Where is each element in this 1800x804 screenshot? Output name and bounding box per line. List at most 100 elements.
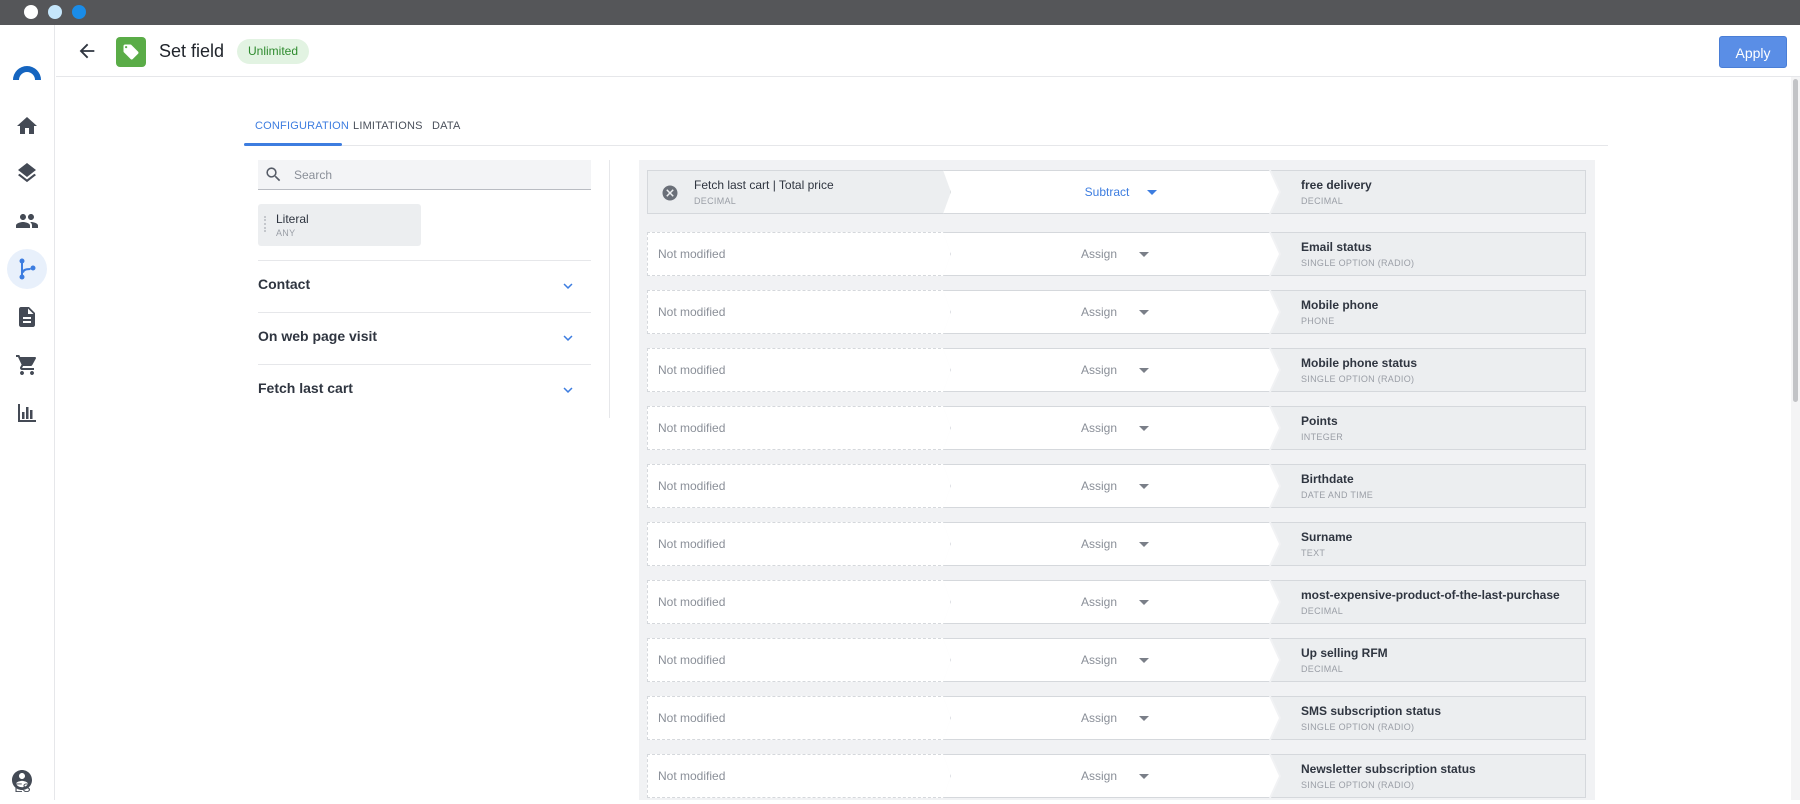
caret-down-icon[interactable]: [1139, 484, 1149, 489]
target-field: Newsletter subscription status SINGLE OPT…: [1271, 754, 1586, 798]
source-slot[interactable]: Not modified: [647, 232, 951, 276]
sidebar: ES: [0, 25, 55, 800]
source-label: Not modified: [658, 653, 726, 667]
operation-select[interactable]: Assign: [943, 348, 1279, 392]
target-field: Up selling RFM DECIMAL: [1271, 638, 1586, 682]
tab-limitations[interactable]: LIMITATIONS: [353, 120, 423, 132]
target-field: Birthdate DATE AND TIME: [1271, 464, 1586, 508]
operation-select[interactable]: Assign: [943, 290, 1279, 334]
source-slot[interactable]: Not modified: [647, 464, 951, 508]
source-slot[interactable]: Not modified: [647, 754, 951, 798]
target-type: PHONE: [1301, 316, 1335, 326]
drag-handle-icon[interactable]: [264, 216, 268, 232]
caret-down-icon[interactable]: [1139, 426, 1149, 431]
target-name: Birthdate: [1301, 472, 1354, 486]
target-type: DECIMAL: [1301, 664, 1344, 674]
source-slot[interactable]: Fetch last cart | Total price DECIMAL: [647, 170, 951, 214]
caret-down-icon[interactable]: [1139, 716, 1149, 721]
flow-icon[interactable]: [7, 249, 47, 289]
language-label[interactable]: ES: [0, 781, 45, 795]
header: Set field Unlimited Apply: [56, 25, 1800, 77]
search-box: [258, 160, 591, 190]
caret-down-icon[interactable]: [1139, 774, 1149, 779]
source-label: Not modified: [658, 421, 726, 435]
operation-select[interactable]: Assign: [943, 522, 1279, 566]
target-name: Surname: [1301, 530, 1353, 544]
operation-label: Assign: [1080, 769, 1118, 783]
home-icon[interactable]: [7, 106, 47, 146]
tab-configuration[interactable]: CONFIGURATION: [255, 120, 349, 132]
target-type: DECIMAL: [1301, 606, 1344, 616]
caret-down-icon[interactable]: [1139, 252, 1149, 257]
target-type: INTEGER: [1301, 432, 1344, 442]
target-type: TEXT: [1301, 548, 1326, 558]
group-label: Fetch last cart: [258, 380, 353, 396]
source-slot[interactable]: Not modified: [647, 696, 951, 740]
source-slot[interactable]: Not modified: [647, 348, 951, 392]
target-type: SINGLE OPTION (RADIO): [1301, 780, 1415, 790]
source-slot[interactable]: Not modified: [647, 522, 951, 566]
cart-icon[interactable]: [7, 345, 47, 385]
operation-label: Assign: [1080, 363, 1118, 377]
window-maximize-dot[interactable]: [72, 5, 86, 19]
source-label: Not modified: [658, 711, 726, 725]
operation-label: Assign: [1080, 595, 1118, 609]
target-field: Email status SINGLE OPTION (RADIO): [1271, 232, 1586, 276]
status-badge: Unlimited: [237, 39, 310, 64]
group-fetch-last-cart[interactable]: Fetch last cart: [258, 364, 591, 416]
operation-select[interactable]: Assign: [943, 232, 1279, 276]
back-arrow-icon[interactable]: [76, 40, 98, 62]
target-field: Surname TEXT: [1271, 522, 1586, 566]
target-type: DATE AND TIME: [1301, 490, 1374, 500]
operation-select[interactable]: Assign: [943, 406, 1279, 450]
logo-icon[interactable]: [7, 55, 47, 95]
source-slot[interactable]: Not modified: [647, 638, 951, 682]
target-field: free delivery DECIMAL: [1271, 170, 1586, 214]
caret-down-icon[interactable]: [1139, 310, 1149, 315]
apply-button[interactable]: Apply: [1719, 36, 1787, 68]
operation-select[interactable]: Subtract: [943, 170, 1279, 214]
caret-down-icon[interactable]: [1147, 190, 1157, 195]
chevron-down-icon[interactable]: [559, 277, 577, 295]
window-titlebar: [0, 0, 1800, 25]
source-slot[interactable]: Not modified: [647, 290, 951, 334]
scrollbar-thumb[interactable]: [1793, 79, 1798, 402]
target-type: DECIMAL: [1301, 196, 1344, 206]
operation-label: Assign: [1080, 421, 1118, 435]
literal-chip[interactable]: Literal ANY: [258, 204, 421, 246]
operation-select[interactable]: Assign: [943, 580, 1279, 624]
search-input[interactable]: [294, 165, 574, 185]
mapping-row: Not modified Assign Surname TEXT: [647, 522, 1586, 572]
target-type: SINGLE OPTION (RADIO): [1301, 258, 1415, 268]
caret-down-icon[interactable]: [1139, 542, 1149, 547]
clear-icon[interactable]: [661, 184, 679, 202]
operation-select[interactable]: Assign: [943, 464, 1279, 508]
bar-chart-icon[interactable]: [7, 393, 47, 433]
target-name: Email status: [1301, 240, 1372, 254]
window-close-dot[interactable]: [24, 5, 38, 19]
caret-down-icon[interactable]: [1139, 658, 1149, 663]
operation-select[interactable]: Assign: [943, 754, 1279, 798]
chevron-down-icon[interactable]: [559, 381, 577, 399]
target-field: SMS subscription status SINGLE OPTION (RA…: [1271, 696, 1586, 740]
operation-select[interactable]: Assign: [943, 696, 1279, 740]
document-icon[interactable]: [7, 297, 47, 337]
mapping-row: Not modified Assign Mobile phone PHONE: [647, 290, 1586, 340]
source-label: Not modified: [658, 769, 726, 783]
mapping-row: Not modified Assign most-expensive-product…: [647, 580, 1586, 630]
window-minimize-dot[interactable]: [48, 5, 62, 19]
target-name: Mobile phone: [1301, 298, 1379, 312]
layers-icon[interactable]: [7, 153, 47, 193]
group-web-page-visit[interactable]: On web page visit: [258, 312, 591, 364]
group-contact[interactable]: Contact: [258, 260, 591, 312]
source-slot[interactable]: Not modified: [647, 580, 951, 624]
operation-select[interactable]: Assign: [943, 638, 1279, 682]
people-icon[interactable]: [7, 201, 47, 241]
tab-data[interactable]: DATA: [432, 120, 461, 132]
target-name: Up selling RFM: [1301, 646, 1388, 660]
caret-down-icon[interactable]: [1139, 368, 1149, 373]
caret-down-icon[interactable]: [1139, 600, 1149, 605]
variables-panel: Literal ANY Contact On web page visit Fe…: [258, 160, 591, 418]
source-slot[interactable]: Not modified: [647, 406, 951, 450]
chevron-down-icon[interactable]: [559, 329, 577, 347]
